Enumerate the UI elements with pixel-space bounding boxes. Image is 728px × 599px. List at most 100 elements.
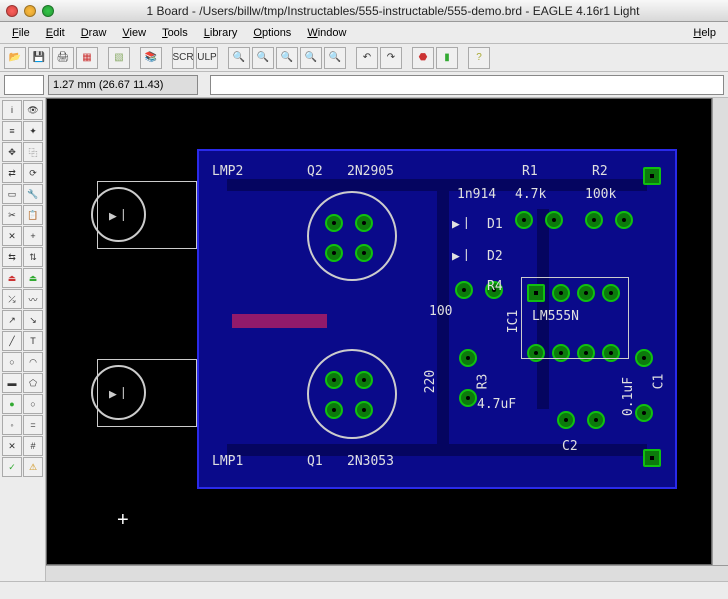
menu-view[interactable]: View — [116, 25, 152, 41]
label-r2v: 100k — [585, 187, 616, 202]
label-lmp1: LMP1 — [212, 454, 243, 469]
zoom-select-icon[interactable]: 🔍 — [324, 47, 346, 69]
zoom-redraw-icon[interactable]: 🔍 — [300, 47, 322, 69]
board-icon[interactable]: ▧ — [108, 47, 130, 69]
rect-icon[interactable]: ▬ — [2, 373, 22, 393]
stop-icon[interactable]: ⬣ — [412, 47, 434, 69]
zoom-fit-icon[interactable]: 🔍 — [276, 47, 298, 69]
param-toolbar: 1.27 mm (26.67 11.43) — [0, 72, 728, 98]
label-r4v: 100 — [429, 304, 452, 319]
label-d2: D2 — [487, 249, 503, 264]
move-icon[interactable]: ✥ — [2, 142, 22, 162]
via-icon[interactable]: ● — [2, 394, 22, 414]
ripup-icon[interactable]: ↘ — [23, 310, 43, 330]
layer-select[interactable] — [4, 75, 44, 95]
coord-display: 1.27 mm (26.67 11.43) — [48, 75, 198, 95]
mirror-icon[interactable]: ⇄ — [2, 163, 22, 183]
label-c1: C1 — [651, 374, 666, 390]
smash-icon[interactable]: ⏏ — [23, 268, 43, 288]
script-icon[interactable]: SCR — [172, 47, 194, 69]
change-icon[interactable]: 🔧 — [23, 184, 43, 204]
ulp-icon[interactable]: ULP — [196, 47, 218, 69]
label-d1: D1 — [487, 217, 503, 232]
statusbar — [0, 581, 728, 599]
main-toolbar: 📂 💾 🖨 ▦ ▧ 📚 SCR ULP 🔍 🔍 🔍 🔍 🔍 ↶ ↷ ⬣ ▮ ? — [0, 44, 728, 72]
menu-help[interactable]: Help — [687, 25, 722, 41]
scrollbar-horizontal[interactable] — [46, 565, 728, 581]
attr-icon[interactable]: = — [23, 415, 43, 435]
label-220: 220 — [423, 370, 438, 393]
label-r3: R3 — [475, 374, 490, 390]
print-icon[interactable]: 🖨 — [52, 47, 74, 69]
close-icon[interactable] — [6, 5, 18, 17]
wire-icon[interactable]: ╱ — [2, 331, 22, 351]
scrollbar-vertical[interactable] — [712, 98, 728, 565]
signal-icon[interactable]: ○ — [23, 394, 43, 414]
tool-palette: i 👁 ≡ ✦ ✥ ⿻ ⇄ ⟳ ▭ 🔧 ✂ 📋 ✕ + ⇆ ⇅ ⏏ ⏏ ⤰ 〰 … — [0, 98, 46, 581]
replace-icon[interactable]: ⇅ — [23, 247, 43, 267]
copy-icon[interactable]: ⿻ — [23, 142, 43, 162]
label-q1: Q1 — [307, 454, 323, 469]
zoom-out-icon[interactable]: 🔍 — [252, 47, 274, 69]
circle-icon[interactable]: ○ — [2, 352, 22, 372]
menu-options[interactable]: Options — [247, 25, 297, 41]
cut-icon[interactable]: ✂ — [2, 205, 22, 225]
menu-window[interactable]: Window — [301, 25, 352, 41]
titlebar: 1 Board - /Users/billw/tmp/Instructables… — [0, 0, 728, 22]
menu-edit[interactable]: Edit — [40, 25, 71, 41]
erc-icon[interactable]: ✓ — [2, 457, 22, 477]
menu-tools[interactable]: Tools — [156, 25, 194, 41]
command-input[interactable] — [210, 75, 724, 95]
window-title: 1 Board - /Users/billw/tmp/Instructables… — [64, 4, 722, 18]
lock-icon[interactable]: ⏏ — [2, 268, 22, 288]
label-lmp2: LMP2 — [212, 164, 243, 179]
label-q1v: 2N3053 — [347, 454, 394, 469]
pinswap-icon[interactable]: ⇆ — [2, 247, 22, 267]
menu-library[interactable]: Library — [198, 25, 244, 41]
optimize-icon[interactable]: 〰 — [23, 289, 43, 309]
add-icon[interactable]: + — [23, 226, 43, 246]
label-ic1: IC1 — [506, 310, 521, 333]
label-r1: R1 — [522, 164, 538, 179]
text-icon[interactable]: T — [23, 331, 43, 351]
open-icon[interactable]: 📂 — [4, 47, 26, 69]
undo-icon[interactable]: ↶ — [356, 47, 378, 69]
label-r1v: 4.7k — [515, 187, 546, 202]
canvas-wrap: + — [46, 98, 728, 581]
show-icon[interactable]: 👁 — [23, 100, 43, 120]
go-icon[interactable]: ▮ — [436, 47, 458, 69]
redo-icon[interactable]: ↷ — [380, 47, 402, 69]
cam-icon[interactable]: ▦ — [76, 47, 98, 69]
group-icon[interactable]: ▭ — [2, 184, 22, 204]
hole-icon[interactable]: ◦ — [2, 415, 22, 435]
menu-draw[interactable]: Draw — [75, 25, 113, 41]
minimize-icon[interactable] — [24, 5, 36, 17]
help-icon[interactable]: ? — [468, 47, 490, 69]
label-r3v: 4.7uF — [477, 397, 516, 412]
label-q2v: 2N2905 — [347, 164, 394, 179]
ratsnest-icon[interactable]: ✕ — [2, 436, 22, 456]
menu-file[interactable]: File — [6, 25, 36, 41]
library-icon[interactable]: 📚 — [140, 47, 162, 69]
window-controls — [6, 5, 54, 17]
arc-icon[interactable]: ◠ — [23, 352, 43, 372]
auto-icon[interactable]: # — [23, 436, 43, 456]
origin-cross: + — [117, 509, 129, 532]
delete-icon[interactable]: ✕ — [2, 226, 22, 246]
mark-icon[interactable]: ✦ — [23, 121, 43, 141]
polygon-icon[interactable]: ⬠ — [23, 373, 43, 393]
layer-icon[interactable]: ≡ — [2, 121, 22, 141]
route-icon[interactable]: ↗ — [2, 310, 22, 330]
split-icon[interactable]: ⤰ — [2, 289, 22, 309]
save-icon[interactable]: 💾 — [28, 47, 50, 69]
paste-icon[interactable]: 📋 — [23, 205, 43, 225]
label-c1v: 0.1uF — [621, 377, 636, 416]
zoom-icon[interactable] — [42, 5, 54, 17]
pcb-board: LMP2 LMP1 Q2 2N2905 Q1 2N3053 1n914 D1 D… — [197, 149, 677, 489]
rotate-icon[interactable]: ⟳ — [23, 163, 43, 183]
zoom-in-icon[interactable]: 🔍 — [228, 47, 250, 69]
errors-icon[interactable]: ⚠ — [23, 457, 43, 477]
board-canvas[interactable]: + — [46, 98, 712, 565]
info-icon[interactable]: i — [2, 100, 22, 120]
label-r2: R2 — [592, 164, 608, 179]
